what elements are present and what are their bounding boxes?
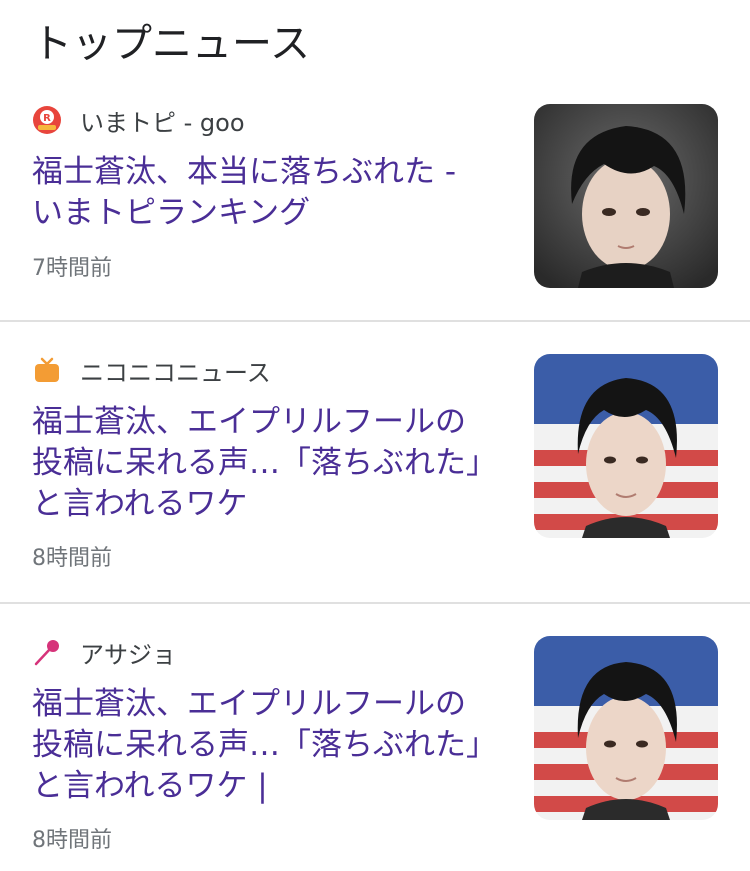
thumbnail-image[interactable] xyxy=(534,104,718,288)
timestamp: 7時間前 xyxy=(32,256,112,281)
timestamp: 8時間前 xyxy=(32,828,112,853)
news-card[interactable]: R いまトピ - goo 福士蒼汰、本当に落ちぶれた - いまトピランキング 7… xyxy=(0,0,750,320)
source-name: ニコニコニュース xyxy=(80,358,271,387)
timestamp: 8時間前 xyxy=(32,546,112,571)
thumbnail-image[interactable] xyxy=(534,354,718,538)
news-card[interactable]: アサジョ 福士蒼汰、エイプリルフールの投稿に呆れる声…「落ちぶれた」と言われるワ… xyxy=(0,604,750,871)
asajo-pin-icon xyxy=(32,637,62,667)
source-row: ニコニコニュース xyxy=(32,354,271,387)
source-row: R いまトピ - goo xyxy=(32,104,245,137)
svg-text:R: R xyxy=(43,113,51,124)
goo-ranking-icon: R xyxy=(32,105,62,135)
headline-link[interactable]: 福士蒼汰、エイプリルフールの投稿に呆れる声…「落ちぶれた」と言われるワケ | xyxy=(32,684,492,807)
news-card[interactable]: ニコニコニュース 福士蒼汰、エイプリルフールの投稿に呆れる声…「落ちぶれた」と言… xyxy=(0,322,750,602)
thumbnail-image[interactable] xyxy=(534,636,718,820)
source-name: アサジョ xyxy=(80,640,176,669)
headline-link[interactable]: 福士蒼汰、エイプリルフールの投稿に呆れる声…「落ちぶれた」と言われるワケ xyxy=(32,402,492,525)
source-name: いまトピ - goo xyxy=(80,108,245,137)
niconico-tv-icon xyxy=(32,355,62,385)
headline-link[interactable]: 福士蒼汰、本当に落ちぶれた - いまトピランキング xyxy=(32,152,492,234)
source-row: アサジョ xyxy=(32,636,176,669)
